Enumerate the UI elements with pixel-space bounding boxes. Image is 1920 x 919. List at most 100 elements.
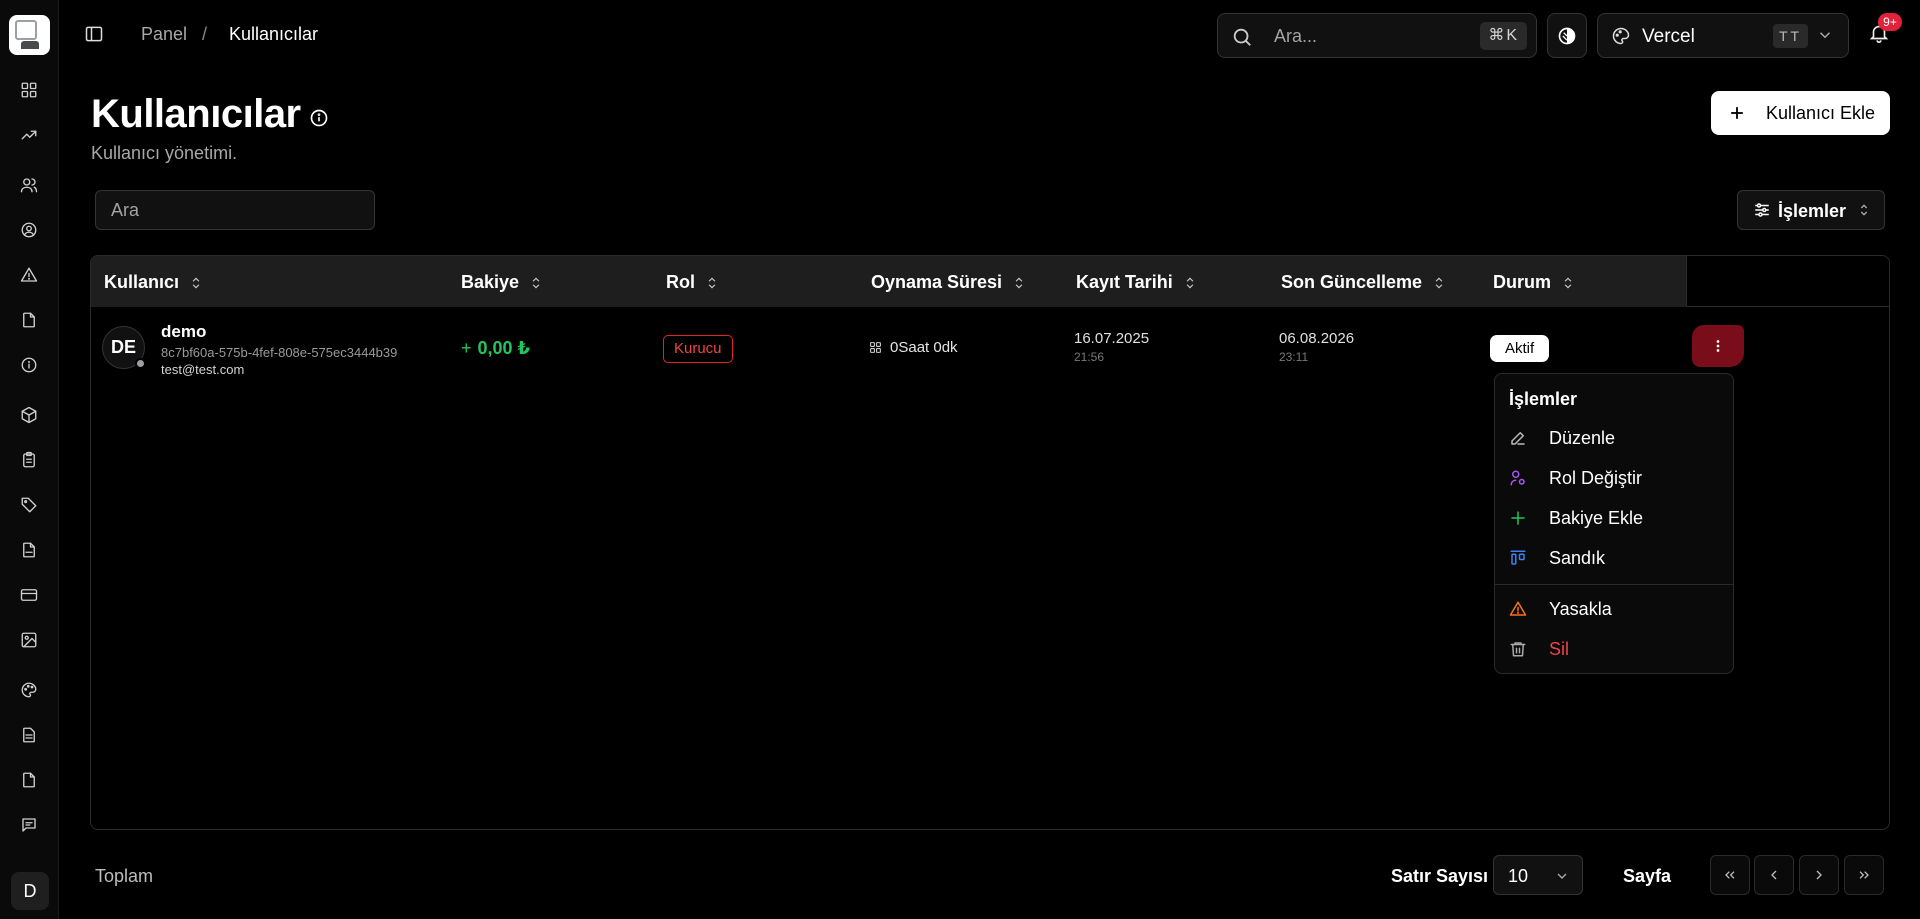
sort-icon — [1015, 277, 1023, 288]
column-header[interactable]: Durum — [1493, 272, 1575, 293]
message-icon[interactable] — [17, 813, 41, 837]
page-title: Kullanıcılar — [91, 92, 301, 136]
column-header[interactable]: Kullanıcı — [104, 272, 203, 293]
menu-item-delete[interactable]: Sil — [1509, 639, 1569, 660]
column-label: Kullanıcı — [104, 272, 180, 292]
playtime: 0Saat 0dk — [869, 339, 958, 356]
page-label: Sayfa — [1623, 866, 1672, 886]
menu-item-edit[interactable]: Düzenle — [1509, 428, 1615, 449]
sidebar-toggle-icon[interactable] — [84, 24, 104, 44]
presence-dot — [135, 358, 146, 369]
more-vertical-icon — [1716, 340, 1720, 352]
trending-icon[interactable] — [17, 123, 41, 147]
menu-item-label: Rol Değiştir — [1549, 468, 1643, 488]
team-switcher[interactable]: Vercel TT — [1597, 13, 1849, 58]
updated-date: 06.08.2026 23:11 — [1279, 330, 1354, 364]
user-circle-icon[interactable] — [17, 218, 41, 242]
menu-divider — [1495, 584, 1733, 585]
rows-per-page-select[interactable]: 10 — [1493, 855, 1583, 895]
first-page-button[interactable] — [1710, 855, 1750, 895]
sort-icon — [708, 277, 716, 288]
sort-icon — [1564, 277, 1572, 288]
column-label: Durum — [1493, 272, 1551, 292]
trash-icon — [1509, 640, 1529, 660]
document-text-icon[interactable] — [17, 723, 41, 747]
chevron-down-icon — [1816, 26, 1834, 49]
user-name: demo — [161, 322, 207, 341]
breadcrumb-panel[interactable]: Panel — [141, 24, 187, 45]
team-badge: TT — [1773, 24, 1809, 48]
app-logo[interactable] — [9, 15, 50, 55]
info-circle-icon[interactable] — [17, 353, 41, 377]
chevrons-right-icon — [1859, 871, 1869, 879]
balance-prefix: + — [461, 338, 472, 358]
last-page-button[interactable] — [1844, 855, 1884, 895]
role-badge: Kurucu — [663, 335, 733, 363]
table-header: Kullanıcı Bakiye Rol Oynama Süresi Kayıt… — [91, 256, 1686, 307]
add-user-label: Kullanıcı Ekle — [1766, 103, 1876, 123]
sort-icon — [1435, 277, 1443, 288]
column-label: Bakiye — [461, 272, 520, 292]
package-icon[interactable] — [17, 403, 41, 427]
table-header-actions — [1686, 256, 1889, 307]
edit-icon — [1509, 429, 1529, 449]
contrast-icon — [1558, 27, 1576, 44]
column-header[interactable]: Son Güncelleme — [1281, 272, 1446, 293]
column-header[interactable]: Kayıt Tarihi — [1076, 272, 1197, 293]
chevron-right-icon — [1816, 870, 1822, 880]
plus-icon — [1509, 509, 1529, 529]
table-search-input[interactable] — [95, 190, 375, 230]
created-date-value: 16.07.2025 — [1074, 330, 1150, 347]
page-subtitle: Kullanıcı yönetimi. — [91, 143, 238, 163]
sliders-icon — [1753, 201, 1771, 224]
chevrons-left-icon — [1725, 871, 1735, 879]
user-id: 8c7bf60a-575b-4fef-808e-575ec3444b39 — [161, 345, 398, 360]
menu-item-add-balance[interactable]: Bakiye Ekle — [1509, 508, 1643, 529]
sort-icon — [1186, 277, 1194, 288]
menu-item-ban[interactable]: Yasakla — [1509, 599, 1612, 620]
clipboard-icon[interactable] — [17, 448, 41, 472]
tag-icon[interactable] — [17, 493, 41, 517]
total-label: Toplam — [95, 866, 154, 886]
alert-triangle-icon[interactable] — [17, 263, 41, 287]
sort-icon — [532, 277, 540, 288]
previous-page-button[interactable] — [1754, 855, 1794, 895]
add-user-button[interactable]: Kullanıcı Ekle — [1711, 91, 1890, 135]
users-icon[interactable] — [17, 173, 41, 197]
sidebar: D — [0, 0, 59, 919]
column-header[interactable]: Oynama Süresi — [871, 272, 1026, 293]
user-avatar[interactable]: D — [11, 872, 49, 910]
operations-button[interactable]: İşlemler — [1737, 190, 1885, 230]
menu-title: İşlemler — [1509, 389, 1578, 409]
pdf-file-icon[interactable] — [17, 538, 41, 562]
dashboard-icon[interactable] — [17, 78, 41, 102]
row-actions-button[interactable] — [1692, 325, 1744, 367]
user-cog-icon — [1509, 469, 1529, 489]
file-blank-icon[interactable] — [17, 768, 41, 792]
created-time: 21:56 — [1074, 350, 1105, 364]
column-header[interactable]: Bakiye — [461, 272, 543, 293]
column-label: Kayıt Tarihi — [1076, 272, 1173, 292]
operations-label: İşlemler — [1778, 201, 1847, 221]
updated-time: 23:11 — [1279, 350, 1309, 364]
balance-value: 0,00 ₺ — [477, 338, 531, 358]
chevron-down-icon — [1554, 868, 1570, 889]
palette-icon[interactable] — [17, 678, 41, 702]
info-icon[interactable] — [309, 108, 329, 128]
playtime-value: 0Saat 0dk — [890, 339, 958, 356]
theme-toggle-button[interactable] — [1547, 13, 1587, 58]
breadcrumb-separator: / — [202, 24, 208, 44]
image-icon[interactable] — [17, 628, 41, 652]
search-shortcut: ⌘K — [1480, 22, 1527, 50]
next-page-button[interactable] — [1799, 855, 1839, 895]
user-email: test@test.com — [161, 362, 245, 377]
column-label: Rol — [666, 272, 695, 292]
row-actions-menu: İşlemler Düzenle Rol Değiştir Bakiye Ekl… — [1494, 373, 1734, 674]
global-search[interactable]: Ara... ⌘K — [1217, 13, 1537, 58]
credit-card-icon[interactable] — [17, 583, 41, 607]
column-header[interactable]: Rol — [666, 272, 719, 293]
menu-item-change-role[interactable]: Rol Değiştir — [1509, 468, 1642, 489]
file-icon[interactable] — [17, 308, 41, 332]
menu-item-chest[interactable]: Sandık — [1509, 548, 1605, 569]
plus-icon — [1727, 103, 1747, 123]
